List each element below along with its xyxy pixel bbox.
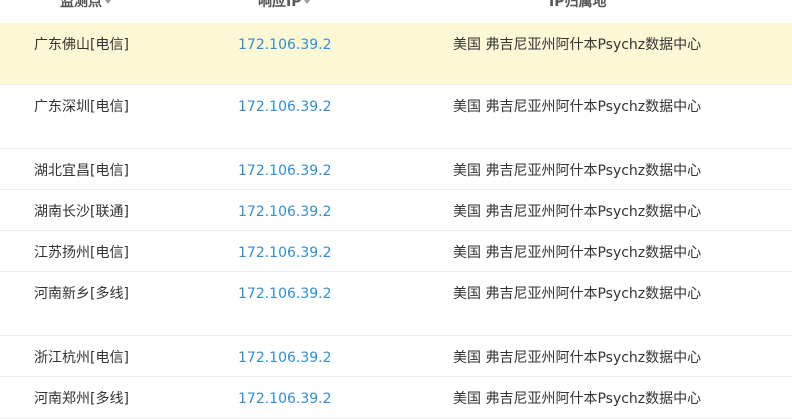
ip-location-cell: 美国 弗吉尼亚州阿什本Psychz数据中心 (453, 163, 702, 179)
sort-arrow-icon[interactable] (105, 0, 111, 4)
column-header-label: 监测点 (60, 0, 102, 10)
response-ip-link[interactable]: 172.106.39.2 (238, 36, 332, 54)
table-row: 湖南长沙[联通] 172.106.39.2 美国 弗吉尼亚州阿什本Psychz数… (0, 190, 792, 231)
response-ip-link[interactable]: 172.106.39.2 (238, 349, 332, 367)
response-ip-link[interactable]: 172.106.39.2 (238, 162, 332, 180)
monitor-point-cell: 河南郑州[多线] (34, 391, 129, 407)
response-ip-link[interactable]: 172.106.39.2 (238, 98, 332, 116)
monitor-point-cell: 广东深圳[电信] (34, 99, 129, 115)
monitor-point-cell: 河南新乡[多线] (34, 286, 129, 302)
table-header: 监测点 响应IP IP归属地 (0, 0, 792, 13)
column-header-label: IP归属地 (549, 0, 607, 10)
monitor-point-cell: 湖北宜昌[电信] (34, 163, 129, 179)
column-header-monitor-point[interactable]: 监测点 (60, 0, 111, 11)
column-header-response-ip[interactable]: 响应IP (258, 0, 311, 11)
ip-location-cell: 美国 弗吉尼亚州阿什本Psychz数据中心 (453, 350, 702, 366)
response-ip-link[interactable]: 172.106.39.2 (238, 244, 332, 262)
monitor-point-cell: 湖南长沙[联通] (34, 204, 129, 220)
table-row: 江苏扬州[电信] 172.106.39.2 美国 弗吉尼亚州阿什本Psychz数… (0, 231, 792, 272)
ip-location-cell: 美国 弗吉尼亚州阿什本Psychz数据中心 (453, 37, 702, 53)
table-row: 广东佛山[电信] 172.106.39.2 美国 弗吉尼亚州阿什本Psychz数… (0, 23, 792, 85)
column-header-ip-location: IP归属地 (549, 0, 606, 11)
column-header-label: 响应IP (258, 0, 302, 10)
response-ip-link[interactable]: 172.106.39.2 (238, 390, 332, 408)
sort-arrow-icon[interactable] (304, 0, 311, 4)
ip-location-cell: 美国 弗吉尼亚州阿什本Psychz数据中心 (453, 391, 702, 407)
table-row: 湖北宜昌[电信] 172.106.39.2 美国 弗吉尼亚州阿什本Psychz数… (0, 149, 792, 190)
table-row: 浙江杭州[电信] 172.106.39.2 美国 弗吉尼亚州阿什本Psychz数… (0, 336, 792, 377)
monitor-point-cell: 江苏扬州[电信] (34, 245, 129, 261)
ip-location-cell: 美国 弗吉尼亚州阿什本Psychz数据中心 (453, 204, 702, 220)
monitor-results-table: 监测点 响应IP IP归属地 广东佛山[电信] 172.106.39.2 美国 … (0, 0, 792, 419)
response-ip-link[interactable]: 172.106.39.2 (238, 285, 332, 303)
table-row: 河南郑州[多线] 172.106.39.2 美国 弗吉尼亚州阿什本Psychz数… (0, 377, 792, 419)
table-row: 广东深圳[电信] 172.106.39.2 美国 弗吉尼亚州阿什本Psychz数… (0, 85, 792, 149)
ip-location-cell: 美国 弗吉尼亚州阿什本Psychz数据中心 (453, 99, 702, 115)
table-row: 河南新乡[多线] 172.106.39.2 美国 弗吉尼亚州阿什本Psychz数… (0, 272, 792, 336)
ip-location-cell: 美国 弗吉尼亚州阿什本Psychz数据中心 (453, 286, 702, 302)
response-ip-link[interactable]: 172.106.39.2 (238, 203, 332, 221)
monitor-point-cell: 浙江杭州[电信] (34, 350, 129, 366)
monitor-point-cell: 广东佛山[电信] (34, 37, 129, 53)
ip-location-cell: 美国 弗吉尼亚州阿什本Psychz数据中心 (453, 245, 702, 261)
